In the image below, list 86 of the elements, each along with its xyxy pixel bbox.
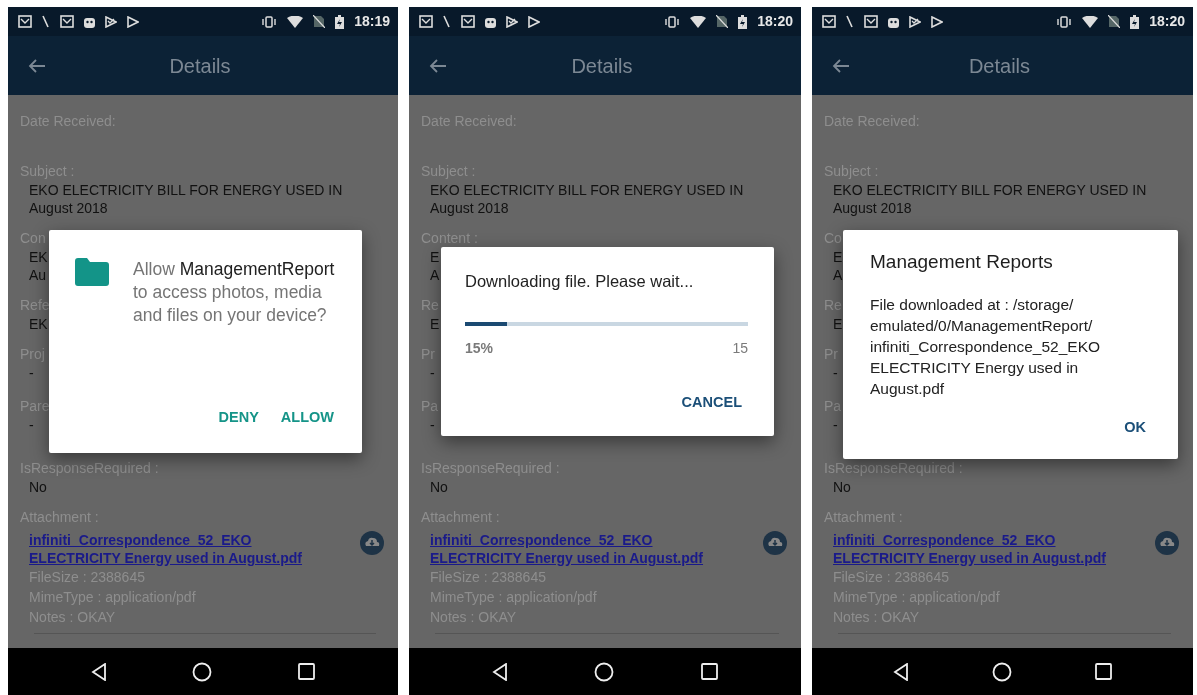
dialog-message: File downloaded at : /storage/ emulated/0/ManagementReport/ infiniti_Correspondence_52_EKO ELECTRICITY Energy used in August.pdf <box>870 294 1102 399</box>
no-sim-icon <box>716 15 729 28</box>
wifi-icon <box>287 15 304 28</box>
home-icon[interactable] <box>192 661 213 682</box>
field-value: EK <box>29 248 48 266</box>
robot-icon <box>485 15 496 28</box>
robot-icon <box>84 15 95 28</box>
field-value: E <box>430 315 440 333</box>
battery-icon <box>1130 14 1140 29</box>
progress-message: Downloading file. Please wait... <box>465 271 695 292</box>
recents-icon[interactable] <box>298 663 316 680</box>
file-link[interactable]: infiniti_Correspondence_52_EKO ELECTRICITY Energy used in August.pdf <box>29 531 319 567</box>
back-arrow-icon[interactable] <box>832 57 850 74</box>
no-sim-icon <box>313 15 326 28</box>
field-value: EKO ELECTRICITY BILL FOR ENERGY USED IN August 2018 <box>29 181 344 217</box>
wifi-icon <box>690 15 707 28</box>
back-icon[interactable] <box>90 662 107 681</box>
field-value: - <box>29 416 34 434</box>
field-value: - <box>833 364 838 382</box>
slash-icon <box>42 15 50 28</box>
field-value: E <box>430 248 440 266</box>
recents-icon[interactable] <box>1094 663 1112 680</box>
field-value: No <box>833 478 851 496</box>
permission-message: Allow ManagementReport to access photos, media and files on your device? <box>133 258 336 327</box>
screen-title: Details <box>168 53 232 79</box>
back-arrow-icon[interactable] <box>28 57 46 74</box>
mail-icon <box>461 15 475 28</box>
field-value: No <box>29 478 47 496</box>
field-value: E <box>833 315 843 333</box>
vibrate-icon <box>664 15 681 28</box>
file-link[interactable]: infiniti_Correspondence_52_EKO ELECTRICITY Energy used in August.pdf <box>833 531 1123 567</box>
slash-icon <box>846 15 854 28</box>
status-time: 18:19 <box>354 12 390 31</box>
field-value: No <box>430 478 448 496</box>
field-value: EKO ELECTRICITY BILL FOR ENERGY USED IN August 2018 <box>833 181 1148 217</box>
flag-icon <box>105 15 117 28</box>
dialog-button[interactable]: CANCEL <box>675 388 748 418</box>
status-time: 18:20 <box>757 12 793 31</box>
dialog-button[interactable]: ALLOW <box>274 403 340 433</box>
progress-count: 15 <box>732 338 748 358</box>
cloud-download-icon[interactable] <box>763 531 787 555</box>
wifi-icon <box>1082 15 1099 28</box>
field-value: EKO ELECTRICITY BILL FOR ENERGY USED IN August 2018 <box>430 181 745 217</box>
field-value: E <box>833 248 843 266</box>
robot-icon <box>888 15 899 28</box>
dialog-button[interactable]: OK <box>1118 413 1152 443</box>
dialog-button[interactable]: DENY <box>212 403 265 433</box>
play-icon <box>528 15 540 28</box>
status-time: 18:20 <box>1149 12 1185 31</box>
cloud-download-icon[interactable] <box>1155 531 1179 555</box>
field-value: EK <box>29 315 48 333</box>
back-arrow-icon[interactable] <box>429 57 447 74</box>
mail-icon <box>18 15 32 28</box>
recents-icon[interactable] <box>700 663 718 680</box>
play-icon <box>931 15 943 28</box>
slash-icon <box>443 15 451 28</box>
flag-icon <box>506 15 518 28</box>
mail-icon <box>864 15 878 28</box>
field-value: A <box>430 266 440 284</box>
vibrate-icon <box>1056 15 1073 28</box>
field-value: Au <box>29 266 47 284</box>
battery-icon <box>738 14 748 29</box>
battery-icon <box>335 14 345 29</box>
mail-icon <box>822 15 836 28</box>
progress-percent: 15% <box>465 338 494 358</box>
no-sim-icon <box>1108 15 1121 28</box>
home-icon[interactable] <box>992 661 1012 682</box>
vibrate-icon <box>261 15 278 28</box>
back-icon[interactable] <box>893 662 910 681</box>
back-icon[interactable] <box>492 662 509 681</box>
folder-icon <box>75 258 109 286</box>
dialog-title: Management Reports <box>870 250 1054 274</box>
home-icon[interactable] <box>594 661 615 682</box>
screen-title: Details <box>967 53 1032 79</box>
play-icon <box>127 15 139 28</box>
file-link[interactable]: infiniti_Correspondence_52_EKO ELECTRICITY Energy used in August.pdf <box>430 531 720 567</box>
field-value: - <box>29 364 34 382</box>
field-value: - <box>430 416 435 434</box>
field-value: - <box>430 364 435 382</box>
cloud-download-icon[interactable] <box>360 531 384 555</box>
field-value: - <box>833 416 838 434</box>
mail-icon <box>60 15 74 28</box>
mail-icon <box>419 15 433 28</box>
field-value: A <box>833 266 843 284</box>
screen-title: Details <box>570 53 634 79</box>
flag-icon <box>909 15 921 28</box>
